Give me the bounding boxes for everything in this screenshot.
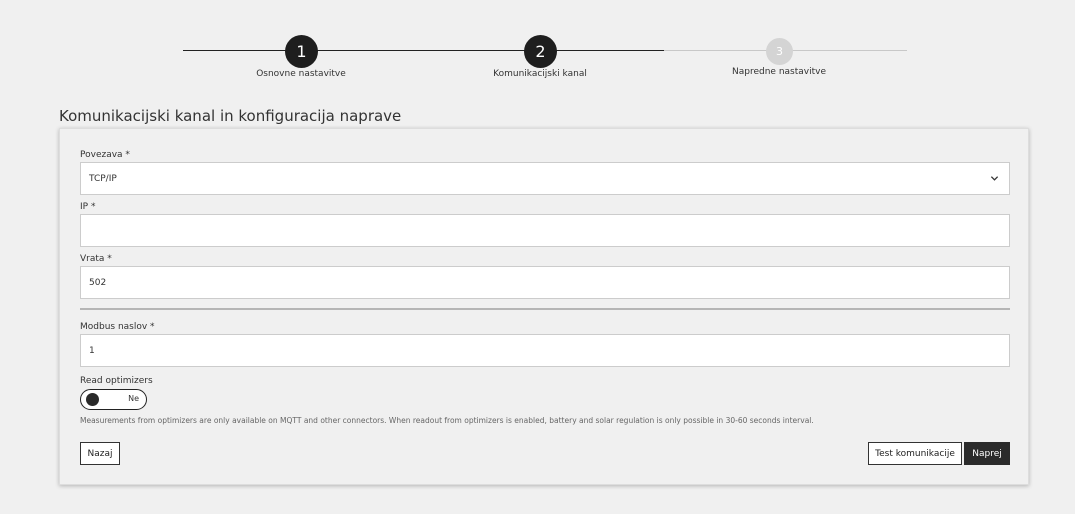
section-divider [80,308,1010,310]
step-1-number: 1 [296,42,307,61]
step-3-number: 3 [776,45,783,58]
ip-label: IP * [80,202,96,212]
toggle-knob [86,393,99,406]
modbus-label: Modbus naslov * [80,322,155,332]
step-2-label: Komunikacijski kanal [493,69,587,79]
step-3-circle[interactable]: 3 [766,38,793,65]
next-button[interactable]: Naprej [964,442,1010,465]
back-button[interactable]: Nazaj [80,442,120,465]
connection-select[interactable]: TCP/IP [80,162,1010,195]
toggle-state-text: Ne [128,394,139,403]
step-1-circle[interactable]: 1 [285,35,318,68]
optimizers-toggle[interactable]: Ne [80,389,147,410]
optimizers-label: Read optimizers [80,376,153,386]
connection-label: Povezava * [80,150,130,160]
step-2-number: 2 [535,42,546,61]
step-2-circle[interactable]: 2 [524,35,557,68]
optimizers-note: Measurements from optimizers are only av… [80,416,814,425]
step-3-label: Napredne nastavitve [732,67,826,77]
chevron-down-icon [990,176,999,181]
port-input[interactable]: 502 [80,266,1010,299]
modbus-input[interactable]: 1 [80,334,1010,367]
test-communication-button[interactable]: Test komunikacije [868,442,962,465]
stepper-line-completed [183,50,664,51]
configuration-panel: Povezava * TCP/IP IP * Vrata * 502 Modbu… [59,128,1029,485]
port-label: Vrata * [80,254,112,264]
connection-value: TCP/IP [89,173,117,184]
section-title: Komunikacijski kanal in konfiguracija na… [59,107,402,125]
modbus-value: 1 [89,345,95,356]
progress-stepper: 1 Osnovne nastavitve 2 Komunikacijski ka… [0,0,1075,100]
port-value: 502 [89,277,107,288]
ip-input[interactable] [80,214,1010,247]
step-1-label: Osnovne nastavitve [256,69,346,79]
